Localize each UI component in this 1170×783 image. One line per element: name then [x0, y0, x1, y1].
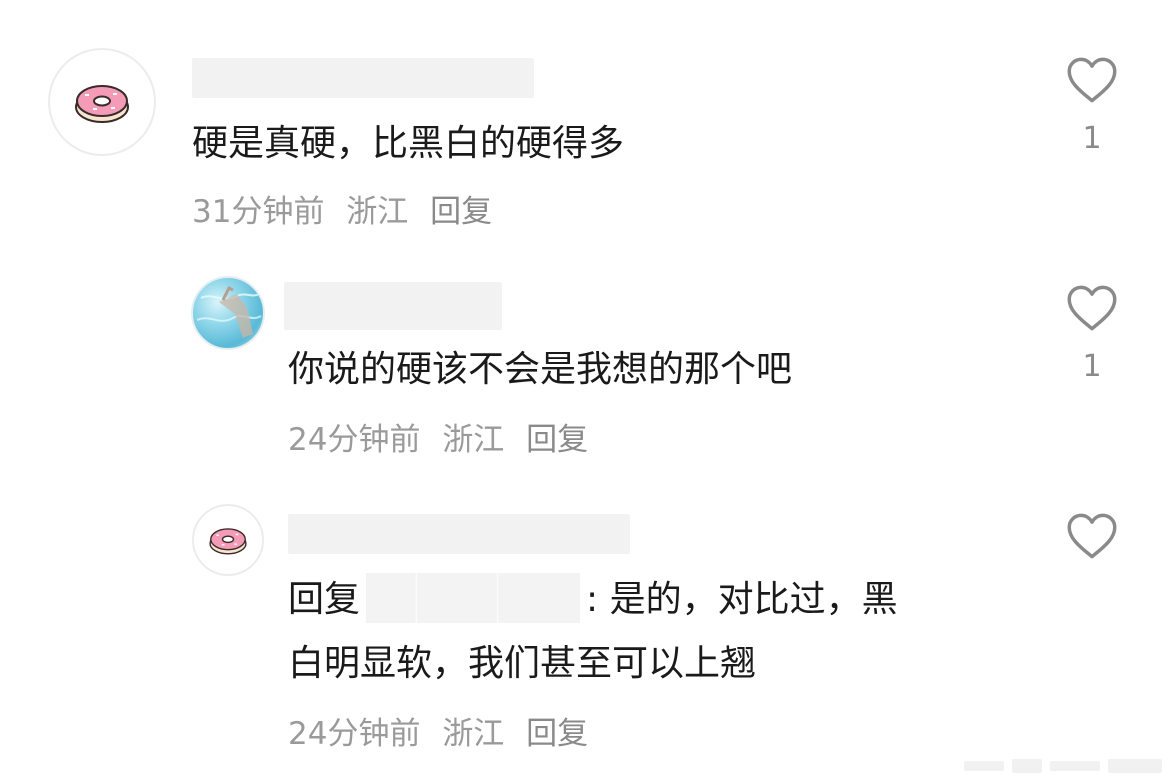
reply-button[interactable]: 回复: [526, 716, 588, 752]
like-button[interactable]: 1: [1064, 284, 1120, 384]
avatar[interactable]: [48, 48, 156, 156]
comment-text: 回复 : 是的，对比过，黑: [288, 572, 898, 629]
location: 浙江: [442, 422, 505, 458]
comment-text: 硬是真硬，比黑白的硬得多: [192, 123, 625, 164]
mention-redacted[interactable]: [366, 573, 581, 623]
like-button[interactable]: 1: [1064, 56, 1120, 156]
like-button[interactable]: [1064, 512, 1120, 560]
pool-photo: [196, 285, 262, 338]
heart-icon: [1067, 513, 1117, 559]
location: 浙江: [442, 716, 505, 752]
username-redacted[interactable]: [284, 282, 502, 330]
comment-meta: 24分钟前 浙江 回复: [288, 714, 600, 754]
username-redacted[interactable]: [192, 58, 534, 98]
comment-text-line2: 白明显软，我们甚至可以上翘: [288, 643, 757, 684]
watermark-icon: [964, 759, 1162, 773]
like-count: 1: [1082, 349, 1102, 384]
donut-icon: [75, 85, 129, 123]
comment-text: 你说的硬该不会是我想的那个吧: [288, 349, 793, 390]
username-redacted[interactable]: [288, 514, 630, 554]
comment-text-line1: : 是的，对比过，黑: [586, 579, 898, 620]
timestamp: 24分钟前: [288, 422, 421, 458]
reply-button[interactable]: 回复: [430, 194, 492, 230]
like-count: 1: [1082, 121, 1102, 156]
comment-meta: 31分钟前 浙江 回复: [192, 192, 504, 232]
reply-button[interactable]: 回复: [526, 422, 588, 458]
location: 浙江: [346, 194, 409, 230]
avatar[interactable]: [191, 276, 265, 350]
reply-prefix: 回复: [288, 579, 361, 620]
timestamp: 24分钟前: [288, 716, 421, 752]
avatar[interactable]: [192, 504, 264, 576]
heart-icon: [1067, 285, 1117, 331]
comment-meta: 24分钟前 浙江 回复: [288, 420, 600, 460]
comment-thread: 硬是真硬，比黑白的硬得多 31分钟前 浙江 回复 1 你说的硬该不会是我想的那个…: [0, 0, 1170, 783]
heart-icon: [1067, 57, 1117, 103]
donut-icon: [209, 528, 247, 555]
timestamp: 31分钟前: [192, 194, 325, 230]
